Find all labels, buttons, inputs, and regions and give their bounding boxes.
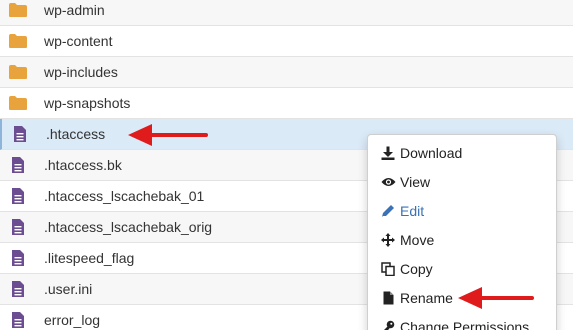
menu-item-change-permissions[interactable]: Change Permissions [380,319,529,330]
file-icon [8,187,28,205]
file-icon [10,125,30,143]
menu-item-download[interactable]: Download [380,145,462,161]
menu-item-label: Move [400,232,435,248]
file-name: .litespeed_flag [44,250,135,266]
file-icon [8,311,28,329]
eye-icon [380,174,396,190]
move-icon [380,232,396,248]
download-icon [380,145,396,161]
file-icon [8,280,28,298]
menu-item-label: Edit [400,203,425,219]
file-row-wp-snapshots[interactable]: wp-snapshots [0,88,573,119]
file-name: wp-snapshots [44,95,131,111]
key-icon [380,319,396,330]
file-icon [380,290,396,306]
folder-icon [8,1,28,19]
annotation-arrow-htaccess [128,124,208,146]
folder-icon [8,32,28,50]
copy-icon [380,261,396,277]
file-name: wp-admin [44,2,105,18]
pencil-icon [380,203,396,219]
menu-item-move[interactable]: Move [380,232,434,248]
file-icon [8,156,28,174]
file-name: wp-content [44,33,113,49]
file-name: .htaccess_lscachebak_orig [44,219,213,235]
menu-item-rename[interactable]: Rename [380,290,453,306]
file-row-wp-includes[interactable]: wp-includes [0,57,573,88]
menu-item-view[interactable]: View [380,174,430,190]
file-icon [8,249,28,267]
file-icon [8,218,28,236]
file-name: .user.ini [44,281,93,297]
file-row-wp-admin[interactable]: wp-admin [0,0,573,26]
menu-item-label: Rename [400,290,453,306]
folder-icon [8,94,28,112]
folder-icon [8,63,28,81]
menu-item-edit[interactable]: Edit [380,203,424,219]
menu-item-label: Copy [400,261,433,277]
file-manager: wp-admin wp-content wp-includes wp-snaps… [0,0,573,330]
menu-item-copy[interactable]: Copy [380,261,433,277]
menu-item-label: View [400,174,431,190]
annotation-arrow-rename [458,287,534,309]
file-name: error_log [44,312,101,328]
menu-item-label: Download [400,145,463,161]
file-name: .htaccess.bk [44,157,122,173]
menu-item-label: Change Permissions [400,319,530,330]
file-name: wp-includes [44,64,118,80]
file-name: .htaccess_lscachebak_01 [44,188,205,204]
file-name: .htaccess [46,126,106,142]
file-row-wp-content[interactable]: wp-content [0,26,573,57]
